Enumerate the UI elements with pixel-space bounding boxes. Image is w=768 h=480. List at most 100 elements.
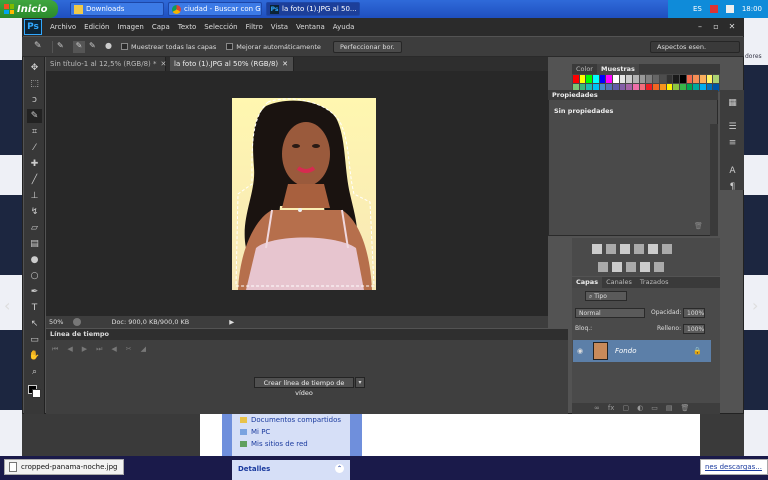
swatch[interactable] bbox=[653, 75, 659, 83]
gradient-map-icon[interactable] bbox=[654, 262, 664, 272]
marquee-tool-icon[interactable]: ⬚ bbox=[27, 77, 42, 91]
volume-icon[interactable] bbox=[725, 5, 734, 13]
menu-texto[interactable]: Texto bbox=[174, 23, 200, 31]
status-icon[interactable] bbox=[73, 318, 82, 326]
eyedropper-tool-icon[interactable]: ⁄ bbox=[27, 141, 42, 155]
layer-row-fondo[interactable]: ◉ Fondo 🔒 bbox=[573, 340, 711, 362]
new-layer-icon[interactable]: ▤ bbox=[666, 404, 673, 412]
transition-icon[interactable]: ◢ bbox=[141, 345, 146, 354]
swatch[interactable] bbox=[586, 75, 593, 83]
stamp-tool-icon[interactable]: ⊥ bbox=[27, 189, 42, 203]
status-menu-arrow-icon[interactable]: ▶ bbox=[229, 318, 234, 326]
blend-mode-select[interactable]: Normal bbox=[575, 308, 645, 318]
language-indicator[interactable]: ES bbox=[693, 5, 702, 13]
paragraph-panel-icon[interactable]: ¶ bbox=[725, 180, 740, 194]
quick-selection-tool-icon[interactable]: ✎ bbox=[27, 109, 42, 123]
dodge-tool-icon[interactable]: ○ bbox=[27, 269, 42, 283]
taskbar-item-photoshop[interactable]: Ps la foto (1).JPG al 50... bbox=[266, 2, 360, 16]
start-button[interactable]: Inicio bbox=[0, 0, 58, 18]
explorer-link[interactable]: Mis sitios de red bbox=[232, 436, 350, 448]
menu-ventana[interactable]: Ventana bbox=[292, 23, 329, 31]
swatch[interactable] bbox=[599, 75, 606, 83]
zoom-level[interactable]: 50% bbox=[49, 318, 63, 326]
adjustment-layer-icon[interactable]: ◐ bbox=[637, 404, 643, 412]
vibrance-icon[interactable] bbox=[648, 244, 658, 254]
subtract-selection-icon[interactable]: ✎ bbox=[89, 41, 101, 53]
swatch[interactable] bbox=[639, 75, 646, 83]
opacity-input[interactable]: 100% bbox=[683, 308, 705, 318]
carousel-prev-icon[interactable]: ‹ bbox=[4, 296, 10, 315]
swatch[interactable] bbox=[646, 75, 653, 83]
history-brush-icon[interactable]: ↯ bbox=[27, 205, 42, 219]
swatch[interactable] bbox=[633, 75, 639, 83]
brush-tool-icon[interactable]: ╱ bbox=[27, 173, 42, 187]
mask-icon[interactable]: ▢ bbox=[622, 404, 629, 412]
swatch[interactable] bbox=[699, 75, 706, 83]
crop-tool-icon[interactable]: ⌗ bbox=[27, 125, 42, 139]
hue-icon[interactable] bbox=[662, 244, 672, 254]
actions-panel-icon[interactable]: ☰ bbox=[725, 120, 740, 134]
path-selection-icon[interactable]: ↖ bbox=[27, 317, 42, 331]
visibility-eye-icon[interactable]: ◉ bbox=[577, 347, 583, 355]
tray-app-icon[interactable] bbox=[709, 5, 718, 13]
swatch[interactable] bbox=[579, 75, 586, 83]
tab-la-foto[interactable]: la foto (1).JPG al 50% (RGB/8) ✕ bbox=[170, 57, 294, 71]
layer-filter-select[interactable]: ⌕ Tipo bbox=[585, 291, 627, 301]
maximize-icon[interactable]: ▫ bbox=[710, 21, 722, 32]
photo-filter-icon[interactable] bbox=[598, 262, 608, 272]
document-photo[interactable] bbox=[232, 98, 376, 290]
threshold-icon[interactable] bbox=[640, 262, 650, 272]
menu-vista[interactable]: Vista bbox=[267, 23, 292, 31]
timeline-dropdown-icon[interactable]: ▾ bbox=[355, 377, 365, 388]
hand-tool-icon[interactable]: ✋ bbox=[27, 349, 42, 363]
fill-input[interactable]: 100% bbox=[683, 324, 705, 334]
zoom-tool-icon[interactable]: ⌕ bbox=[27, 365, 42, 379]
swatch[interactable] bbox=[613, 75, 619, 83]
delete-layer-icon[interactable]: 🗑 bbox=[680, 404, 689, 412]
brightness-icon[interactable] bbox=[592, 244, 602, 254]
menu-filtro[interactable]: Filtro bbox=[242, 23, 267, 31]
swatch[interactable] bbox=[573, 75, 579, 83]
swatches-grid[interactable] bbox=[573, 75, 719, 91]
download-item[interactable]: cropped-panama-noche.jpg bbox=[4, 459, 124, 475]
play-icon[interactable]: ▶ bbox=[82, 345, 87, 354]
gradient-tool-icon[interactable]: ▤ bbox=[27, 237, 42, 251]
history-panel-icon[interactable]: ▦ bbox=[725, 96, 740, 110]
details-header[interactable]: Detalles ⌃ bbox=[232, 460, 350, 480]
invert-icon[interactable] bbox=[626, 262, 636, 272]
swatch[interactable] bbox=[706, 75, 713, 83]
show-all-downloads-link[interactable]: nes descargas... bbox=[700, 459, 768, 475]
swatch[interactable] bbox=[679, 75, 686, 83]
swatch[interactable] bbox=[666, 75, 673, 83]
menu-edicion[interactable]: Edición bbox=[80, 23, 113, 31]
swatch[interactable] bbox=[606, 75, 613, 83]
workspace-select[interactable]: Aspectos esen. bbox=[650, 40, 740, 53]
swatch[interactable] bbox=[626, 75, 633, 83]
eraser-tool-icon[interactable]: ▱ bbox=[27, 221, 42, 235]
close-icon[interactable]: ✕ bbox=[726, 21, 738, 32]
sample-all-layers-checkbox[interactable]: Muestrear todas las capas bbox=[121, 43, 216, 51]
blur-tool-icon[interactable]: ● bbox=[27, 253, 42, 267]
adjustments-panel-icon[interactable]: ≡ bbox=[725, 136, 740, 150]
fx-icon[interactable]: fx bbox=[608, 404, 615, 412]
curves-icon[interactable] bbox=[620, 244, 630, 254]
taskbar-item-chrome[interactable]: ciudad - Buscar con G... bbox=[168, 2, 262, 16]
swatch[interactable] bbox=[619, 75, 626, 83]
next-frame-icon[interactable]: ⏭ bbox=[96, 345, 102, 354]
type-tool-icon[interactable]: T bbox=[27, 301, 42, 315]
properties-title[interactable]: Propiedades bbox=[548, 90, 718, 100]
tab-untitled[interactable]: Sin título-1 al 12,5% (RGB/8) * ✕ bbox=[46, 57, 166, 71]
color-swatches-icon[interactable] bbox=[27, 385, 42, 399]
split-icon[interactable]: ✂ bbox=[126, 345, 132, 354]
explorer-link[interactable]: Mi PC bbox=[232, 424, 350, 436]
minimize-icon[interactable]: – bbox=[694, 21, 706, 32]
collapse-icon[interactable]: ⌃ bbox=[335, 464, 344, 473]
character-panel-icon[interactable]: A bbox=[725, 164, 740, 178]
new-selection-icon[interactable]: ✎ bbox=[57, 41, 69, 53]
brush-size-icon[interactable]: ● bbox=[105, 41, 117, 53]
menu-archivo[interactable]: Archivo bbox=[46, 23, 80, 31]
healing-tool-icon[interactable]: ✚ bbox=[27, 157, 42, 171]
prev-frame-icon[interactable]: ◀ bbox=[67, 345, 72, 354]
exposure-icon[interactable] bbox=[634, 244, 644, 254]
swatch[interactable] bbox=[593, 75, 599, 83]
